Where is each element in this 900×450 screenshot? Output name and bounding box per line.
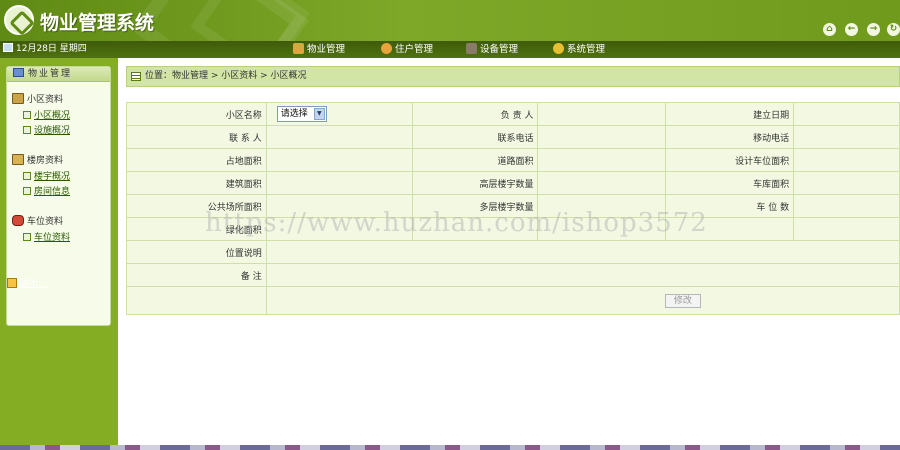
forward-icon[interactable]: → [867,23,880,36]
field-label: 备 注 [126,263,267,287]
field-label: 多层楼宇数量 [411,194,539,218]
sidebar-group-buildings[interactable]: 楼房资料 [12,153,63,166]
list-icon [131,72,141,81]
highrise-count-field[interactable] [537,171,667,195]
building-area-field[interactable] [265,171,413,195]
sidebar: 物业管理 小区资料 小区概况 设施概况 楼房资料 楼宇概况 房间信息 车位资料 [0,58,118,450]
form-row: 占地面积 道路面积 设计车位面积 [126,148,900,172]
field-label: 负 责 人 [411,102,539,126]
home-icon[interactable]: ⌂ [823,23,836,36]
logo-icon [4,5,34,35]
sidebar-title: 物业管理 [7,67,110,82]
field-label: 高层楼宇数量 [411,171,539,195]
chevron-down-icon: ▼ [313,108,325,120]
logout-link[interactable]: 退出... [7,276,47,289]
contact-field[interactable] [265,125,413,149]
building-icon [12,93,24,104]
breadcrumb: 位置：物业管理 > 小区资料 > 小区概况 [126,66,900,87]
sidebar-group-parking[interactable]: 车位资料 [12,214,63,227]
sidebar-item-building-overview[interactable]: 楼宇概况 [23,169,70,182]
form-actions-row: 修改 [126,286,900,315]
field-label: 建立日期 [665,102,795,126]
nav-resident-management[interactable]: 住户管理 [381,43,433,56]
car-icon [12,215,24,226]
refresh-icon[interactable]: ↻ [887,23,900,36]
header: 物业管理系统 ⌂ ← → ↻ [0,0,900,41]
coins-icon [553,43,564,54]
road-area-field[interactable] [537,148,667,172]
field-label: 占地面积 [126,148,267,172]
parking-count-field[interactable] [793,194,900,218]
form-row: 联 系 人 联系电话 移动电话 [126,125,900,149]
document-icon [23,233,31,241]
person-icon [381,43,392,54]
tools-icon [466,43,477,54]
field-label: 位置说明 [126,240,267,264]
garage-area-field[interactable] [793,171,900,195]
apartment-icon [12,154,24,165]
date-display: 12月28日 星期四 [3,43,87,56]
field-label: 道路面积 [411,148,539,172]
field-label: 车库面积 [665,171,795,195]
field-label: 车 位 数 [665,194,795,218]
document-icon [23,187,31,195]
nav-system-management[interactable]: 系统管理 [553,43,605,56]
document-icon [23,111,31,119]
nav-equipment-management[interactable]: 设备管理 [466,43,518,56]
form-row: 小区名称 请选择 ▼ 负 责 人 建立日期 [126,102,900,126]
sidebar-item-facility-overview[interactable]: 设施概况 [23,123,70,136]
established-date-field[interactable] [793,102,900,126]
taskbar-strip [0,445,900,450]
edit-button[interactable]: 修改 [664,293,701,308]
sidebar-item-community-overview[interactable]: 小区概况 [23,108,70,121]
back-icon[interactable]: ← [845,23,858,36]
field-label: 建筑面积 [126,171,267,195]
form-row: 公共场所面积 多层楼宇数量 车 位 数 [126,194,900,218]
top-nav: 12月28日 星期四 物业管理 住户管理 设备管理 系统管理 [0,41,900,58]
note-field[interactable] [265,263,900,287]
mobile-field[interactable] [793,125,900,149]
manager-field[interactable] [537,102,667,126]
public-area-field[interactable] [265,194,413,218]
sidebar-group-community[interactable]: 小区资料 [12,92,63,105]
land-area-field[interactable] [265,148,413,172]
nav-property-management[interactable]: 物业管理 [293,43,345,56]
calendar-icon [3,43,13,52]
exit-icon [7,278,17,288]
field-label: 公共场所面积 [126,194,267,218]
main-content: 位置：物业管理 > 小区资料 > 小区概况 小区名称 请选择 ▼ 负 责 人 建… [118,58,900,450]
community-name-select[interactable]: 请选择 ▼ [276,106,327,122]
field-label: 移动电话 [665,125,795,149]
community-form: 小区名称 请选择 ▼ 负 责 人 建立日期 联 系 人 联系电话 移动电话 占地… [126,102,900,315]
community-name-select-cell: 请选择 ▼ [265,102,413,126]
field-label: 联 系 人 [126,125,267,149]
phone-field[interactable] [537,125,667,149]
parking-design-area-field[interactable] [793,148,900,172]
field-label: 设计车位面积 [665,148,795,172]
sidebar-item-parking-info[interactable]: 车位资料 [23,230,70,243]
house-icon [293,43,304,54]
app-window: 物业管理系统 ⌂ ← → ↻ 12月28日 星期四 物业管理 住户管理 设备管理… [0,0,900,450]
green-area-field[interactable] [265,217,413,241]
form-row: 建筑面积 高层楼宇数量 车库面积 [126,171,900,195]
field-label: 小区名称 [126,102,267,126]
document-icon [23,126,31,134]
form-row: 位置说明 [126,240,900,264]
field-label: 联系电话 [411,125,539,149]
form-row: 绿化面积 [126,217,900,241]
document-icon [23,172,31,180]
multistory-count-field[interactable] [537,194,667,218]
form-row: 备 注 [126,263,900,287]
sidebar-item-room-info[interactable]: 房间信息 [23,184,70,197]
monitor-icon [13,68,24,77]
location-description-field[interactable] [265,240,900,264]
field-label: 绿化面积 [126,217,267,241]
app-title: 物业管理系统 [40,12,155,34]
